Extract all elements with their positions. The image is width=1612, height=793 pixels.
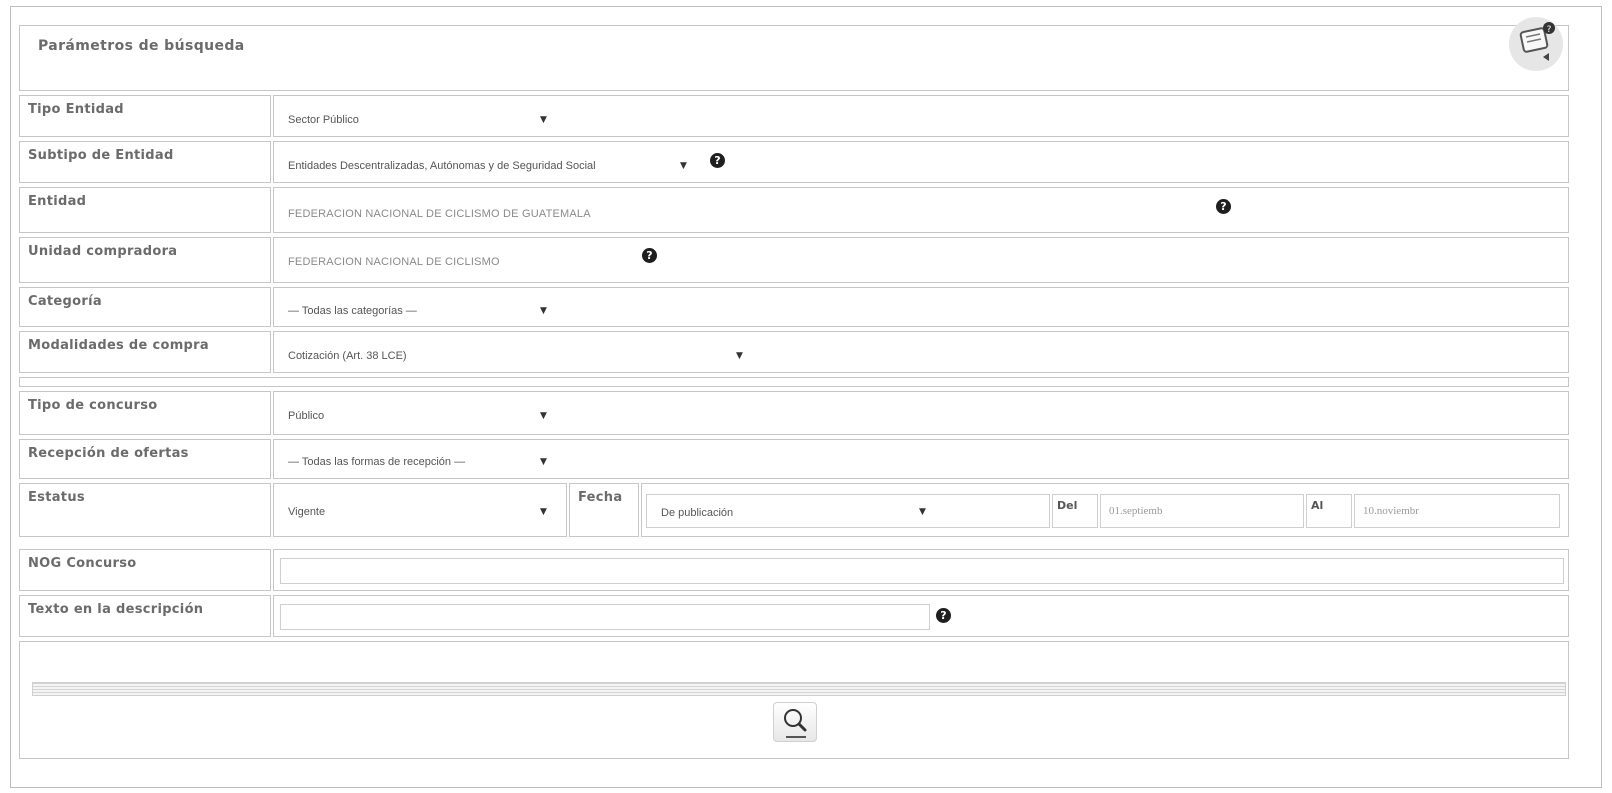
chevron-down-icon: ▼	[919, 507, 926, 517]
chevron-down-icon: ▼	[540, 306, 547, 316]
texto-label: Texto en la descripción	[19, 595, 271, 637]
recepcion-value: — Todas las formas de recepción —	[288, 456, 466, 468]
help-icon[interactable]: ?	[642, 248, 657, 263]
chevron-down-icon: ▼	[540, 507, 547, 517]
nog-input[interactable]	[280, 558, 1564, 584]
entidad-label: Entidad	[19, 187, 271, 233]
tipo-entidad-select[interactable]: Sector Público ▼	[273, 95, 1569, 137]
notes-help-icon-graphic: ?	[1519, 22, 1555, 61]
modalidades-value: Cotización (Art. 38 LCE)	[288, 350, 407, 362]
recepcion-label: Recepción de ofertas	[19, 439, 271, 479]
entidad-input[interactable]: FEDERACION NACIONAL DE CICLISMO DE GUATE…	[273, 187, 1569, 233]
help-icon[interactable]: ?	[1216, 199, 1231, 214]
tipo-entidad-value: Sector Público	[288, 114, 359, 126]
modalidades-label: Modalidades de compra	[19, 331, 271, 373]
subtipo-entidad-label: Subtipo de Entidad	[19, 141, 271, 183]
notes-help-icon[interactable]: ?	[1509, 17, 1563, 71]
chevron-down-icon: ▼	[736, 351, 743, 361]
estatus-label: Estatus	[19, 483, 271, 537]
subtipo-entidad-value: Entidades Descentralizadas, Autónomas y …	[288, 160, 596, 172]
unidad-compradora-input[interactable]: FEDERACION NACIONAL DE CICLISMO ?	[273, 237, 1569, 283]
chevron-down-icon: ▼	[540, 411, 547, 421]
recepcion-select[interactable]: — Todas las formas de recepción — ▼	[273, 439, 1569, 479]
separator-bar	[32, 682, 1566, 696]
tipo-concurso-value: Público	[288, 410, 325, 422]
del-date-value: 01.septiemb	[1109, 505, 1163, 517]
nog-cell	[273, 549, 1569, 591]
tipo-entidad-label: Tipo Entidad	[19, 95, 271, 137]
search-button[interactable]	[773, 702, 817, 742]
entidad-value: FEDERACION NACIONAL DE CICLISMO DE GUATE…	[288, 208, 591, 220]
nog-label: NOG Concurso	[19, 549, 271, 591]
al-date-input[interactable]: 10.noviembr	[1354, 494, 1560, 528]
actions-area	[19, 641, 1569, 759]
svg-text:?: ?	[1547, 25, 1552, 35]
texto-cell: ?	[273, 595, 1569, 637]
categoria-select[interactable]: — Todas las categorías — ▼	[273, 287, 1569, 327]
help-icon[interactable]: ?	[710, 153, 725, 168]
del-label: Del	[1052, 494, 1098, 528]
fecha-tipo-value: De publicación	[661, 507, 734, 519]
fecha-tipo-select[interactable]: De publicación ▼	[646, 494, 1050, 528]
unidad-compradora-value: FEDERACION NACIONAL DE CICLISMO	[288, 256, 500, 268]
subtipo-entidad-select[interactable]: Entidades Descentralizadas, Autónomas y …	[273, 141, 1569, 183]
section-divider	[19, 377, 1569, 387]
search-form-frame: Parámetros de búsqueda ? Tipo Entidad Se…	[10, 6, 1602, 788]
search-parameters-header: Parámetros de búsqueda	[19, 25, 1569, 91]
chevron-down-icon: ▼	[540, 457, 547, 467]
modalidades-select[interactable]: Cotización (Art. 38 LCE) ▼	[273, 331, 1569, 373]
help-icon[interactable]: ?	[936, 608, 951, 623]
magnifier-icon	[784, 709, 807, 738]
chevron-down-icon: ▼	[540, 115, 547, 125]
al-label: Al	[1306, 494, 1352, 528]
categoria-value: — Todas las categorías —	[288, 305, 417, 317]
al-date-value: 10.noviembr	[1363, 505, 1419, 517]
chevron-down-icon: ▼	[680, 161, 687, 171]
estatus-select[interactable]: Vigente ▼	[273, 483, 567, 537]
unidad-compradora-label: Unidad compradora	[19, 237, 271, 283]
fecha-label: Fecha	[569, 483, 639, 537]
page-title: Parámetros de búsqueda	[38, 38, 245, 54]
tipo-concurso-select[interactable]: Público ▼	[273, 391, 1569, 435]
categoria-label: Categoría	[19, 287, 271, 327]
tipo-concurso-label: Tipo de concurso	[19, 391, 271, 435]
estatus-value: Vigente	[288, 506, 326, 518]
fecha-group: De publicación ▼ Del 01.septiemb Al 10.n…	[641, 483, 1569, 537]
texto-input[interactable]	[280, 604, 930, 630]
del-date-input[interactable]: 01.septiemb	[1100, 494, 1304, 528]
